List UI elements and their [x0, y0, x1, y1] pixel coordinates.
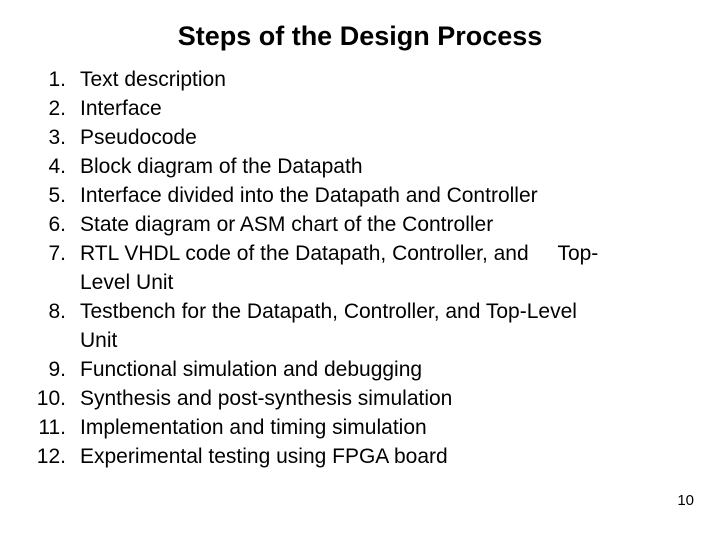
list-item: 11. Implementation and timing simulation: [0, 413, 720, 442]
list-item-label: Interface divided into the Datapath and …: [80, 184, 538, 207]
page-number: 10: [677, 492, 694, 509]
list-item-number: 6.: [48, 213, 66, 236]
list-item-number: 3.: [48, 126, 66, 149]
list-item-number: 2.: [48, 97, 66, 120]
list-item: 3. Pseudocode: [0, 123, 720, 152]
list-item-number: 12.: [36, 445, 66, 468]
list-item-label: Experimental testing using FPGA board: [80, 445, 448, 468]
list-item-number: 9.: [48, 358, 66, 381]
list-item-label: Block diagram of the Datapath: [80, 155, 363, 178]
list-item-label: RTL VHDL code of the Datapath, Controlle…: [80, 242, 599, 265]
list-item-number: 1.: [48, 68, 66, 91]
list-item-label: State diagram or ASM chart of the Contro…: [80, 213, 494, 236]
list-item-label: Pseudocode: [80, 126, 197, 149]
list-item-label: Synthesis and post-synthesis simulation: [80, 387, 453, 410]
list-item-label: Implementation and timing simulation: [80, 416, 427, 439]
list-item-label: Interface: [80, 97, 162, 120]
list-item: 10. Synthesis and post-synthesis simulati…: [0, 384, 720, 413]
list-item-number: 8.: [48, 300, 66, 323]
list-item: 4. Block diagram of the Datapath: [0, 152, 720, 181]
list-item-number: 10.: [36, 387, 66, 410]
list-item: 2. Interface: [0, 94, 720, 123]
list-item: 1. Text description: [0, 65, 720, 94]
list-item-number: 5.: [48, 184, 66, 207]
slide: Steps of the Design Process 1. Text descr…: [0, 0, 720, 540]
list-item: 12. Experimental testing using FPGA board: [0, 442, 720, 471]
list-item-label: Text description: [80, 68, 226, 91]
page-title: Steps of the Design Process: [177, 21, 543, 51]
list-item-label: Functional simulation and debugging: [80, 358, 423, 381]
list-item-number: 4.: [48, 155, 66, 178]
list-item: 6. State diagram or ASM chart of the Cont…: [0, 210, 720, 239]
list-item-label-continuation: Level Unit: [80, 271, 174, 294]
list-item: 8. Testbench for the Datapath, Controller…: [0, 297, 720, 355]
list-item-number: 11.: [38, 416, 66, 439]
list-item-label-continuation: Unit: [80, 329, 118, 352]
ordered-list: 1. Text description 2. Interface 3. Pseudocod…: [0, 65, 720, 471]
list-item-number: 7.: [48, 242, 66, 265]
list-item: 5. Interface divided into the Datapath an…: [0, 181, 720, 210]
list-item: 7. RTL VHDL code of the Datapath, Control…: [0, 239, 720, 297]
list-item-label: Testbench for the Datapath, Controller, …: [80, 300, 577, 323]
list-item: 9. Functional simulation and debugging: [0, 355, 720, 384]
